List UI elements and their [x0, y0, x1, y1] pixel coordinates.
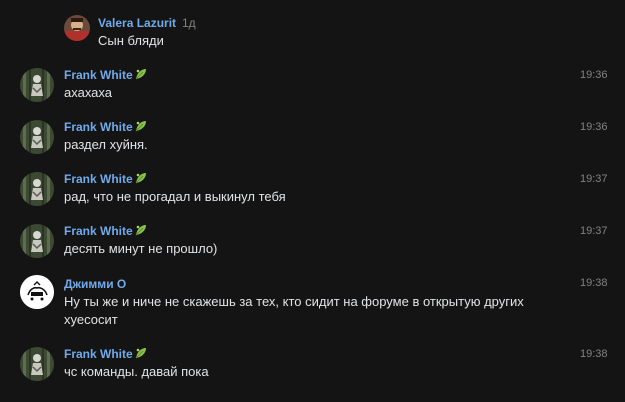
avatar[interactable] [20, 172, 54, 206]
message-text: раздел хуйня. [64, 137, 148, 152]
avatar-forest-figure [20, 120, 54, 154]
message-author[interactable]: Frank White [64, 172, 133, 186]
message-text: ахахаха [64, 85, 112, 100]
avatar[interactable] [64, 15, 90, 41]
message-text: десять минут не прошло) [64, 241, 218, 256]
message-time[interactable]: 19:37 [580, 225, 608, 237]
message: Valera Lazurit 1д Сын бляди [0, 0, 625, 60]
avatar-portrait-red [64, 15, 90, 41]
message-time[interactable]: 19:36 [580, 69, 608, 81]
message-author[interactable]: Frank White [64, 68, 133, 82]
message: Frank White 19:38 чс команды. давай пока [0, 345, 625, 395]
message-author[interactable]: Valera Lazurit [98, 16, 176, 30]
leaf-icon [135, 348, 146, 359]
message: Frank White 19:36 ахахаха [0, 66, 625, 116]
avatar-logo-white [20, 275, 54, 309]
avatar[interactable] [20, 120, 54, 154]
message: Frank White 19:37 десять минут не прошло… [0, 222, 625, 272]
avatar-forest-figure [20, 224, 54, 258]
message-time[interactable]: 1д [182, 16, 196, 30]
avatar[interactable] [20, 68, 54, 102]
message-time[interactable]: 19:37 [580, 173, 608, 185]
leaf-icon [135, 225, 146, 236]
message: Frank White 19:37 рад, что не прогадал и… [0, 170, 625, 220]
message-author[interactable]: Frank White [64, 224, 133, 238]
message: Frank White 19:36 раздел хуйня. [0, 118, 625, 168]
message-author[interactable]: Джимми О [64, 277, 126, 291]
message-author[interactable]: Frank White [64, 347, 133, 361]
message-text: чс команды. давай пока [64, 364, 209, 379]
message-time[interactable]: 19:38 [580, 277, 608, 289]
message-author[interactable]: Frank White [64, 120, 133, 134]
message-text: Сын бляди [98, 33, 164, 48]
message-time[interactable]: 19:38 [580, 348, 608, 360]
avatar[interactable] [20, 275, 54, 309]
avatar[interactable] [20, 347, 54, 381]
leaf-icon [135, 69, 146, 80]
message-time[interactable]: 19:36 [580, 121, 608, 133]
message-text: Ну ты же и ниче не скажешь за тех, кто с… [64, 294, 524, 327]
avatar[interactable] [20, 224, 54, 258]
avatar-forest-figure [20, 347, 54, 381]
chat-history: Valera Lazurit 1д Сын бляди Frank White … [0, 0, 625, 402]
message-text: рад, что не прогадал и выкинул тебя [64, 189, 286, 204]
leaf-icon [135, 121, 146, 132]
avatar-forest-figure [20, 68, 54, 102]
message: Джимми О 19:38 Ну ты же и ниче не скажеш… [0, 275, 625, 337]
avatar-forest-figure [20, 172, 54, 206]
leaf-icon [135, 173, 146, 184]
